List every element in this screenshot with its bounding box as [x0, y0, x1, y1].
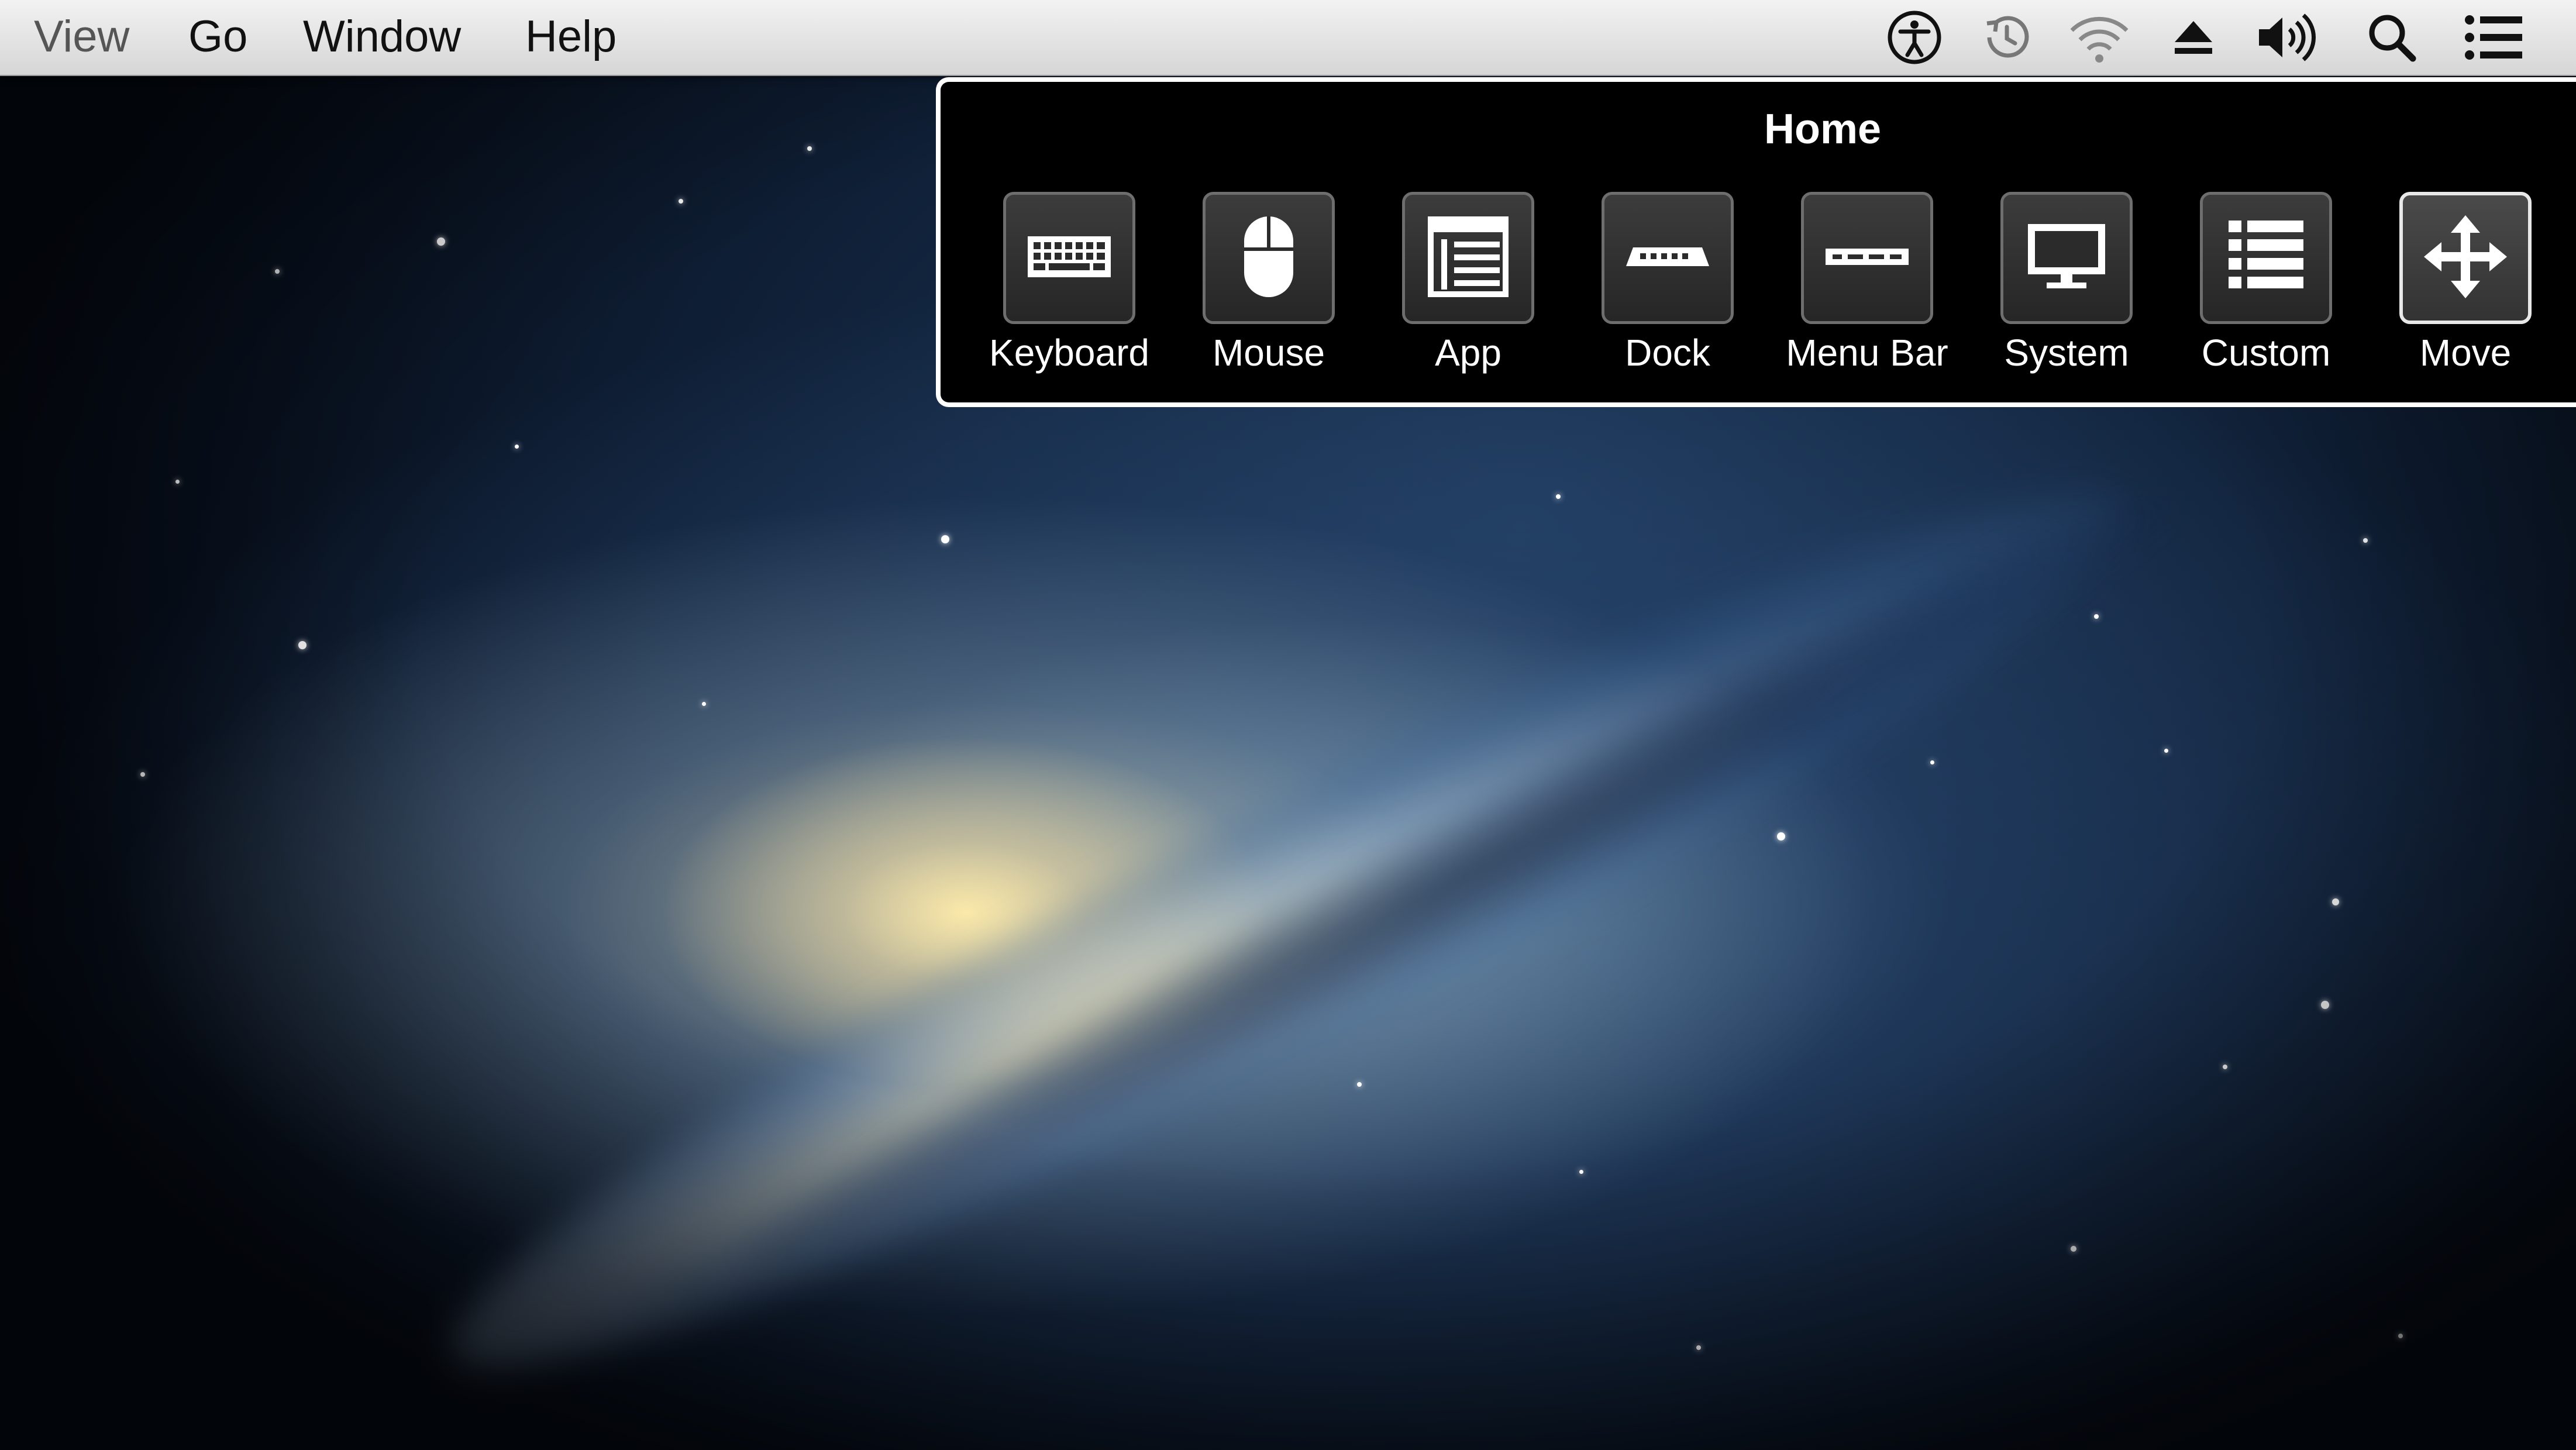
menu-window[interactable]: Window	[303, 11, 461, 63]
desktop: View Go Window Help Home Keyboard Mouse …	[0, 0, 2576, 1450]
system-label: System	[2004, 332, 2129, 374]
keyboard-label: Keyboard	[989, 332, 1149, 374]
spotlight-search-icon[interactable]	[2360, 8, 2424, 67]
dock-icon	[1624, 239, 1711, 277]
menu-bar-label: Menu Bar	[1786, 332, 1948, 374]
dock-tile[interactable]: Dock	[1568, 192, 1767, 385]
custom-button[interactable]	[2200, 192, 2332, 324]
keyboard-button[interactable]	[1003, 192, 1135, 324]
dock-label: Dock	[1625, 332, 1710, 374]
eject-icon[interactable]	[2161, 8, 2226, 67]
menu-help[interactable]: Help	[525, 11, 617, 63]
move-tile[interactable]: Move	[2366, 192, 2565, 385]
mouse-icon	[1239, 213, 1298, 303]
accessibility-icon[interactable]	[1882, 8, 1947, 67]
system-tile[interactable]: System	[1967, 192, 2166, 385]
keyboard-icon	[1025, 230, 1113, 285]
custom-tile[interactable]: Custom	[2167, 192, 2365, 385]
home-panel: Home Keyboard Mouse App Dock Menu Bar Sy…	[936, 77, 2576, 407]
wifi-icon[interactable]	[2067, 8, 2131, 67]
app-tile[interactable]: App	[1369, 192, 1568, 385]
app-window-icon	[1427, 216, 1509, 300]
keyboard-tile[interactable]: Keyboard	[970, 192, 1169, 385]
list-icon	[2225, 216, 2307, 300]
volume-icon[interactable]	[2253, 8, 2317, 67]
app-button[interactable]	[1402, 192, 1534, 324]
mouse-label: Mouse	[1212, 332, 1325, 374]
mouse-tile[interactable]: Mouse	[1169, 192, 1368, 385]
monitor-icon	[2026, 222, 2107, 294]
move-arrows-icon	[2422, 213, 2509, 303]
menu-bar-tile[interactable]: Menu Bar	[1768, 192, 1967, 385]
menu-bar-button[interactable]	[1801, 192, 1933, 324]
move-label: Move	[2419, 332, 2512, 374]
menu-go[interactable]: Go	[188, 11, 247, 63]
system-button[interactable]	[2000, 192, 2133, 324]
time-machine-icon[interactable]	[1975, 8, 2039, 67]
panel-title: Home	[1764, 106, 1882, 153]
custom-label: Custom	[2201, 332, 2331, 374]
dock-button[interactable]	[1602, 192, 1734, 324]
mouse-button[interactable]	[1203, 192, 1335, 324]
move-button[interactable]	[2399, 192, 2532, 324]
notification-center-icon[interactable]	[2461, 8, 2526, 67]
menu-bar-icon	[1823, 245, 1911, 271]
app-label: App	[1435, 332, 1501, 374]
menu-view[interactable]: View	[34, 11, 129, 63]
menu-bar: View Go Window Help	[0, 0, 2576, 76]
